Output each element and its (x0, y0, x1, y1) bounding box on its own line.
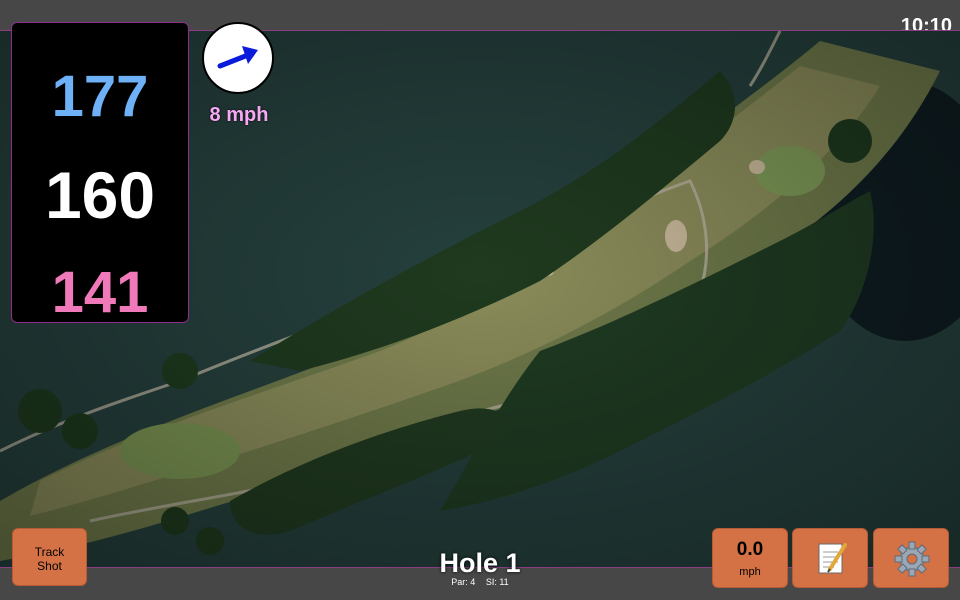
distance-panel: 177 160 141 (11, 22, 189, 325)
center-distance: 160 (44, 158, 156, 232)
track-shot-label-line2: Shot (37, 559, 62, 573)
track-shot-button[interactable]: Track Shot (12, 528, 87, 586)
track-shot-label-line1: Track (34, 545, 65, 559)
wind-indicator (202, 22, 274, 94)
speed-button[interactable]: 0.0 mph (712, 528, 788, 588)
hole-title: Hole 1 (439, 548, 521, 578)
front-distance: 141 (51, 260, 149, 325)
notepad-icon (818, 543, 847, 574)
speed-unit: mph (739, 566, 761, 578)
speed-value: 0.0 (736, 539, 764, 560)
back-distance: 177 (51, 64, 149, 129)
wind-arrow-icon (217, 46, 258, 69)
gear-icon (894, 541, 930, 577)
hole-info: Par: 4 SI: 11 (380, 577, 580, 587)
settings-button[interactable] (873, 528, 949, 588)
hole-par: Par: 4 (451, 577, 476, 587)
notes-button[interactable] (792, 528, 868, 588)
hole-stroke-index: SI: 11 (485, 577, 509, 587)
wind-speed: 8 mph (209, 104, 269, 126)
